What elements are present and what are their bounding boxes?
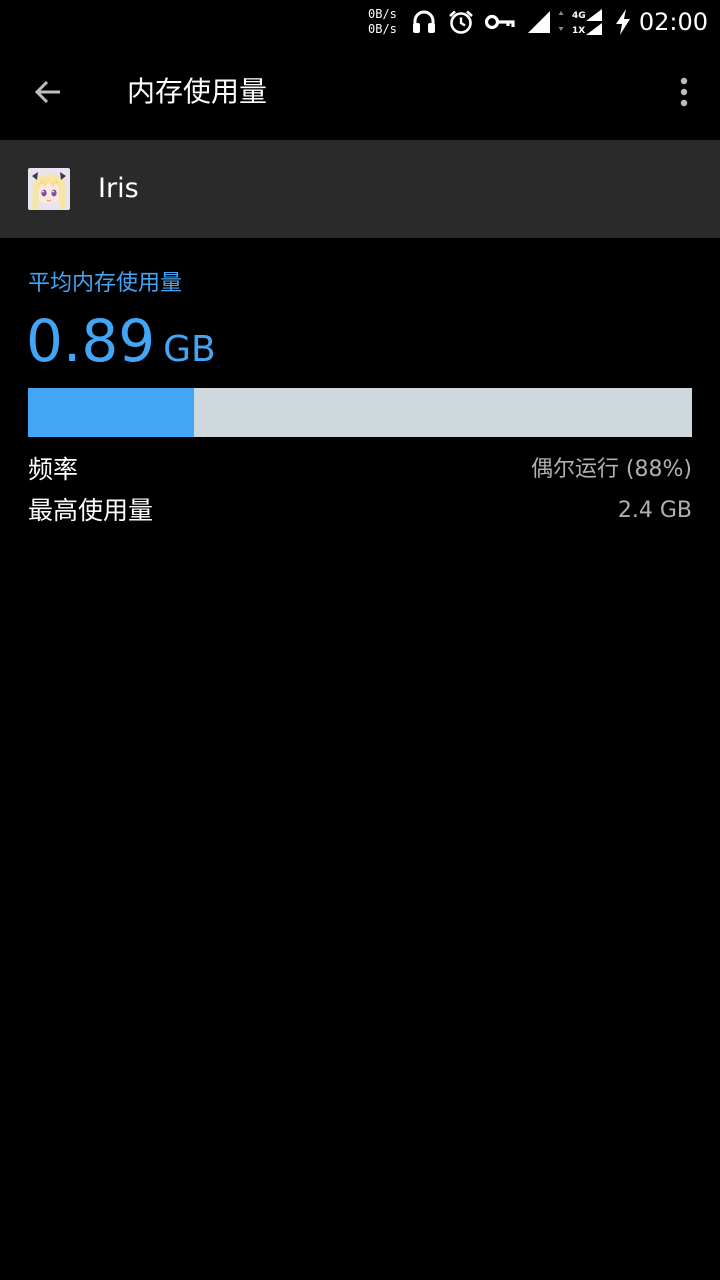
alarm-icon [447, 8, 475, 36]
average-memory-number: 0.89 [26, 307, 156, 375]
max-usage-row: 最高使用量 2.4 GB [28, 491, 692, 531]
network-speed: 0B/s 0B/s [368, 7, 404, 37]
signal-icon [526, 8, 552, 36]
frequency-label: 频率 [28, 455, 79, 484]
max-usage-value: 2.4 GB [617, 498, 692, 523]
memory-usage-bar-fill [28, 388, 194, 437]
average-memory-label: 平均内存使用量 [28, 271, 183, 296]
app-name: Iris [98, 173, 139, 204]
frequency-value: 偶尔运行 (88%) [530, 457, 692, 482]
net-speed-up: 0B/s [368, 7, 397, 21]
average-memory-unit: GB [163, 329, 216, 370]
more-vertical-icon [680, 77, 688, 107]
network-type-4g: 4G [572, 11, 586, 21]
memory-usage-bar [28, 388, 692, 437]
toolbar: 内存使用量 [0, 44, 720, 140]
net-speed-down: 0B/s [368, 22, 397, 36]
max-usage-label: 最高使用量 [28, 496, 154, 525]
dual-signal-icon: 4G 1X [558, 8, 604, 36]
app-avatar-icon [28, 168, 70, 210]
vpn-key-icon [484, 8, 516, 36]
headset-icon [410, 8, 438, 36]
status-bar: 0B/s 0B/s 4G 1X 02:00 [0, 0, 720, 44]
overflow-menu-button[interactable] [666, 68, 702, 116]
network-type-1x: 1X [572, 26, 585, 36]
arrow-left-icon [34, 80, 60, 104]
frequency-row: 频率 偶尔运行 (88%) [28, 450, 692, 490]
charging-icon [612, 8, 634, 36]
clock: 02:00 [638, 8, 708, 36]
page-title: 内存使用量 [127, 75, 268, 108]
average-memory-value: 0.89 GB [26, 306, 216, 376]
app-header: Iris [0, 140, 720, 238]
back-button[interactable] [24, 68, 72, 116]
